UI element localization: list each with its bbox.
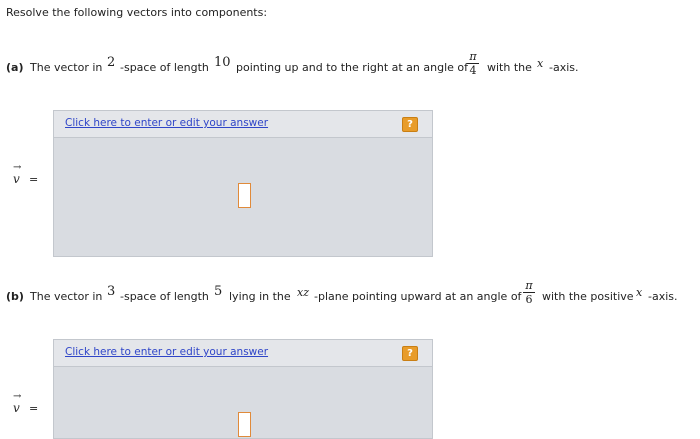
part-b-text-1: The vector in bbox=[30, 290, 103, 303]
part-b-text-3: lying in the bbox=[229, 290, 291, 303]
part-a-length: 10 bbox=[214, 55, 231, 70]
part-b-angle-denominator: 6 bbox=[525, 293, 533, 306]
part-b-text-2: -space of length bbox=[120, 290, 209, 303]
answer-box-header-b: Click here to enter or edit your answer … bbox=[54, 340, 432, 367]
part-b-text-4: -plane pointing upward at an angle of bbox=[314, 290, 522, 303]
answer-box-a[interactable]: Click here to enter or edit your answer … bbox=[53, 110, 433, 257]
answer-box-header-a: Click here to enter or edit your answer … bbox=[54, 111, 432, 138]
equals-sign-a: = bbox=[29, 173, 39, 186]
vector-arrow-icon: → bbox=[13, 391, 22, 402]
vector-v-label-b: → v bbox=[13, 391, 21, 415]
part-b-dimension: 3 bbox=[107, 284, 116, 299]
part-b-label: (b) bbox=[6, 290, 24, 303]
part-b-length: 5 bbox=[214, 284, 223, 299]
part-a-label: (a) bbox=[6, 61, 24, 74]
part-a-axis: x bbox=[537, 57, 544, 70]
part-b-axis: x bbox=[636, 286, 643, 299]
answer-box-b[interactable]: Click here to enter or edit your answer … bbox=[53, 339, 433, 439]
answer-input-slot-b[interactable] bbox=[238, 412, 251, 437]
part-a-dimension: 2 bbox=[107, 55, 116, 70]
part-a-text-5: -axis. bbox=[549, 61, 579, 74]
part-a-angle-numerator: π bbox=[469, 50, 477, 63]
help-icon[interactable]: ? bbox=[402, 117, 418, 132]
part-b-plane: xz bbox=[297, 286, 309, 299]
part-a-text-2: -space of length bbox=[120, 61, 209, 74]
answer-input-slot-a[interactable] bbox=[238, 183, 251, 208]
edit-answer-link-a[interactable]: Click here to enter or edit your answer bbox=[65, 117, 268, 129]
vector-v-label-a: → v bbox=[13, 162, 21, 186]
part-b-angle-numerator: π bbox=[525, 279, 533, 292]
part-b-angle-fraction: π 6 bbox=[522, 280, 536, 305]
instruction-text: Resolve the following vectors into compo… bbox=[6, 6, 268, 19]
part-a-text-3: pointing up and to the right at an angle… bbox=[236, 61, 469, 74]
vector-arrow-icon: → bbox=[13, 162, 22, 173]
help-icon[interactable]: ? bbox=[402, 346, 418, 361]
part-a-angle-fraction: π 4 bbox=[466, 51, 480, 76]
edit-answer-link-b[interactable]: Click here to enter or edit your answer bbox=[65, 346, 268, 358]
part-a-text-1: The vector in bbox=[30, 61, 103, 74]
vector-symbol: v bbox=[13, 172, 20, 186]
part-a-angle-denominator: 4 bbox=[469, 64, 477, 77]
part-a-text-4: with the bbox=[487, 61, 532, 74]
equals-sign-b: = bbox=[29, 402, 39, 415]
vector-symbol: v bbox=[13, 401, 20, 415]
part-b-text-6: -axis. bbox=[648, 290, 678, 303]
part-b-text-5: with the positive bbox=[542, 290, 634, 303]
